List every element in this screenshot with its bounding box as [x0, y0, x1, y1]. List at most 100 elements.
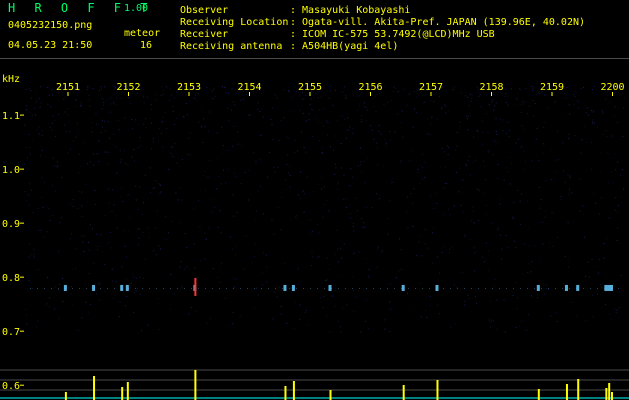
noise-dot [115, 146, 117, 148]
noise-dot [601, 287, 603, 289]
noise-dot [240, 183, 242, 185]
noise-dot [493, 109, 495, 111]
noise-dot [28, 256, 30, 258]
echo-band-dot [142, 287, 143, 289]
echo-band-dot [184, 287, 185, 289]
noise-dot [513, 218, 514, 219]
noise-dot [159, 128, 161, 130]
noise-dot [591, 110, 592, 111]
noise-dot [364, 182, 366, 184]
noise-dot [336, 229, 338, 231]
noise-dot [69, 203, 71, 205]
noise-dot [498, 198, 500, 200]
noise-dot [112, 297, 114, 299]
noise-dot [75, 106, 77, 108]
noise-dot [50, 106, 52, 108]
noise-dot [521, 145, 523, 147]
noise-dot [346, 206, 348, 208]
noise-dot [389, 131, 391, 133]
noise-dot [590, 142, 592, 143]
noise-dot [462, 211, 464, 213]
noise-dot [467, 159, 469, 161]
noise-dot [266, 266, 268, 268]
noise-dot [211, 90, 213, 92]
noise-dot [203, 118, 204, 120]
noise-dot [196, 311, 198, 313]
noise-dot [112, 102, 114, 104]
noise-dot [591, 122, 593, 124]
noise-dot [69, 238, 71, 240]
noise-dot [87, 89, 89, 90]
noise-dot [537, 155, 539, 157]
noise-dot [26, 109, 28, 110]
noise-dot [577, 101, 579, 103]
noise-dot [95, 204, 97, 205]
noise-dot [521, 103, 522, 105]
noise-dot [234, 286, 235, 288]
noise-dot [56, 161, 58, 163]
noise-dot [420, 282, 422, 284]
noise-dot [86, 201, 88, 203]
noise-dot [513, 202, 515, 203]
noise-dot [383, 103, 385, 105]
noise-dot [567, 174, 569, 176]
noise-dot [225, 92, 227, 94]
noise-dot [177, 199, 179, 201]
noise-dot [203, 171, 205, 172]
noise-dot [125, 163, 126, 165]
noise-dot [515, 326, 517, 328]
noise-dot [171, 147, 173, 148]
noise-dot [166, 183, 168, 185]
noise-dot [376, 142, 378, 144]
noise-dot [545, 287, 547, 289]
noise-dot [360, 147, 361, 149]
noise-dot [168, 169, 170, 170]
noise-dot [137, 244, 139, 246]
noise-dot [99, 283, 101, 285]
noise-dot [460, 92, 462, 94]
spectrogram: kHz 2151 2152 2153 2154 2155 2156 2157 2158 2159 2… [0, 74, 629, 400]
noise-dot [456, 145, 458, 147]
noise-dot [334, 254, 336, 256]
noise-dot [271, 107, 273, 109]
noise-dot [373, 106, 375, 108]
noise-dot [256, 210, 257, 212]
noise-dot [93, 153, 95, 155]
noise-dot [308, 113, 310, 115]
noise-dot [302, 190, 304, 192]
noise-dot [219, 210, 221, 211]
noise-dot [608, 182, 610, 184]
noise-dot [133, 312, 135, 314]
noise-dot [343, 243, 345, 245]
noise-dot [542, 243, 544, 245]
count-bar [194, 370, 197, 400]
noise-dot [88, 272, 90, 274]
echo-band-dot [86, 287, 87, 289]
noise-dot [455, 172, 457, 173]
noise-dot [436, 256, 438, 258]
noise-dot [206, 322, 208, 324]
noise-dot [362, 226, 364, 228]
noise-dot [544, 216, 546, 218]
noise-dot [172, 156, 174, 157]
noise-dot [159, 248, 161, 250]
noise-dot [449, 251, 450, 253]
noise-dot [39, 155, 41, 156]
noise-dot [506, 101, 508, 103]
noise-dot [512, 295, 514, 296]
noise-dot [325, 280, 326, 281]
noise-dot [222, 86, 223, 87]
noise-dot [87, 86, 89, 88]
noise-dot [500, 234, 501, 236]
meteor-echo-strong [194, 277, 197, 296]
noise-dot [306, 176, 308, 178]
noise-dot [556, 311, 558, 313]
echo-band-dot [135, 287, 136, 289]
noise-dot [479, 189, 481, 191]
noise-dot [406, 293, 408, 295]
noise-dot [517, 190, 519, 191]
time-tick-label: 2153 [177, 82, 201, 93]
noise-dot [381, 250, 383, 252]
noise-dot [571, 302, 573, 304]
noise-dot [67, 114, 69, 116]
